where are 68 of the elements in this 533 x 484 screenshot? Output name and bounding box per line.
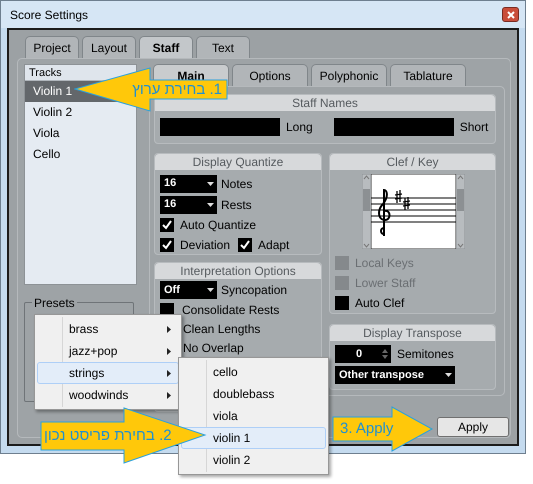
- checkbox-label: Local Keys: [355, 255, 414, 272]
- caret-icon: [207, 182, 214, 186]
- tab[interactable]: Options: [232, 64, 308, 86]
- text-field[interactable]: [334, 118, 454, 136]
- spinner-label: Semitones: [397, 346, 454, 363]
- checkbox-label: Auto Clef: [355, 295, 404, 312]
- tab[interactable]: Tablature: [390, 64, 466, 86]
- checkbox-label: Deviation: [180, 237, 230, 254]
- checkbox-label: Adapt: [258, 237, 290, 254]
- checkbox[interactable]: [160, 218, 174, 232]
- group-title: Display Quantize: [155, 154, 321, 170]
- menu-item[interactable]: cello: [181, 361, 326, 383]
- field-label: Short: [460, 119, 488, 136]
- checkbox-label: Consolidate Rests: [182, 302, 280, 318]
- checkbox[interactable]: [160, 238, 174, 252]
- menu-item[interactable]: woodwinds: [37, 384, 179, 406]
- tab[interactable]: Layout: [82, 36, 136, 58]
- dropdown-label: Rests: [221, 196, 252, 214]
- spinner-field[interactable]: 0: [335, 345, 391, 363]
- list-header: Tracks: [25, 65, 136, 81]
- checkbox[interactable]: [335, 296, 349, 310]
- submenu-arrow-icon: [167, 348, 171, 354]
- checkbox-label: No Overlap: [183, 340, 244, 356]
- group-title: Staff Names: [155, 95, 495, 111]
- menu-item[interactable]: doublebass: [181, 383, 326, 405]
- submenu-arrow-icon: [167, 370, 171, 376]
- dropdown[interactable]: Other transpose: [335, 366, 455, 384]
- apply-button[interactable]: Apply: [437, 417, 509, 437]
- track-item[interactable]: Violin 2: [25, 102, 136, 123]
- tab[interactable]: Polyphonic: [311, 64, 387, 86]
- scrollbar[interactable]: [456, 174, 465, 249]
- window-title: Score Settings: [10, 6, 88, 24]
- callout-text: 3. Apply: [340, 418, 394, 439]
- track-item[interactable]: Viola: [25, 123, 136, 144]
- checkbox-label: Lower Staff: [355, 275, 416, 292]
- tab[interactable]: Project: [25, 36, 79, 58]
- submenu-arrow-icon: [167, 392, 171, 398]
- caret-icon: [207, 202, 214, 206]
- group-title: Clef / Key: [330, 154, 495, 170]
- menu-item[interactable]: jazz+pop: [37, 340, 179, 362]
- dropdown[interactable]: Off: [160, 281, 217, 299]
- checkbox-label: Auto Quantize: [180, 217, 256, 234]
- spinner-arrows-icon[interactable]: [382, 348, 388, 360]
- dropdown-label: Syncopation: [221, 282, 288, 299]
- menu-item[interactable]: viola: [181, 405, 326, 427]
- submenu-arrow-icon: [167, 326, 171, 332]
- checkbox-label: Clean Lengths: [183, 320, 260, 338]
- dropdown[interactable]: 16: [160, 196, 217, 214]
- callout-text: 2. בחירת פריסט נכון: [44, 426, 172, 446]
- close-icon[interactable]: [506, 10, 514, 18]
- tab[interactable]: Text: [196, 36, 250, 58]
- tab[interactable]: Staff: [139, 36, 193, 58]
- checkbox[interactable]: [238, 238, 252, 252]
- scrollbar[interactable]: [362, 174, 371, 249]
- menu-item[interactable]: strings: [37, 362, 179, 384]
- group-title: Interpretation Options: [155, 263, 321, 279]
- track-item[interactable]: Cello: [25, 144, 136, 165]
- dropdown[interactable]: 16: [160, 174, 217, 192]
- dropdown-label: Notes: [221, 176, 252, 192]
- menu-item[interactable]: violin 1: [181, 427, 326, 449]
- text-field[interactable]: [160, 118, 280, 136]
- caret-icon: [445, 373, 452, 377]
- menu-item[interactable]: violin 2: [181, 449, 326, 471]
- group-title: Display Transpose: [330, 325, 495, 341]
- caret-icon: [207, 288, 214, 292]
- menu-item[interactable]: brass: [37, 318, 179, 340]
- close-button[interactable]: [502, 7, 519, 22]
- field-label: Long: [286, 119, 313, 136]
